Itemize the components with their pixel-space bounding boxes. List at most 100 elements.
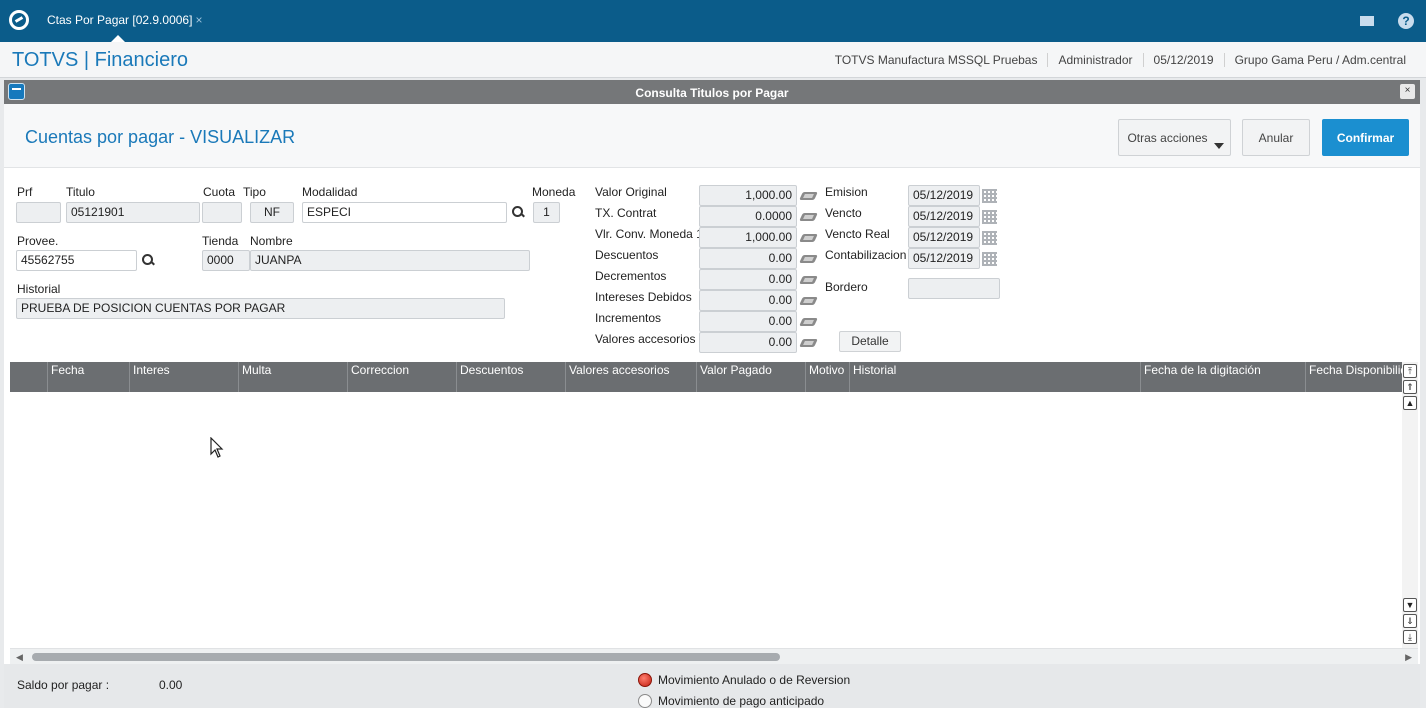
valores-accesorios-field[interactable]: 0.00 xyxy=(699,332,797,353)
tab-label: Ctas Por Pagar [02.9.0006] xyxy=(47,13,193,27)
column-multa[interactable]: Multa xyxy=(238,362,347,392)
grid-header: Fecha Interes Multa Correccion Descuento… xyxy=(10,362,1402,392)
contabilizacion-label: Contabilizacion xyxy=(825,248,907,262)
dialog-body: Cuentas por pagar - VISUALIZAR Otras acc… xyxy=(4,104,1420,708)
cancel-button[interactable]: Anular xyxy=(1242,119,1310,156)
calendar-icon[interactable] xyxy=(982,252,997,266)
environment-label: TOTVS Manufactura MSSQL Pruebas xyxy=(834,53,1038,67)
column-historial[interactable]: Historial xyxy=(849,362,1140,392)
decrementos-field[interactable]: 0.00 xyxy=(699,269,797,290)
other-actions-button[interactable]: Otras acciones xyxy=(1118,119,1231,156)
column-descuentos[interactable]: Descuentos xyxy=(456,362,565,392)
prf-field[interactable] xyxy=(16,202,61,223)
money-icon[interactable] xyxy=(800,274,818,286)
saldo-label: Saldo por pagar : xyxy=(17,678,110,692)
other-actions-label: Otras acciones xyxy=(1127,131,1208,145)
session-info: TOTVS Manufactura MSSQL Pruebas Administ… xyxy=(825,53,1416,67)
cuota-field[interactable] xyxy=(202,202,242,223)
money-icon[interactable] xyxy=(800,232,818,244)
valores-accesorios-label: Valores accesorios xyxy=(595,332,696,346)
tx-contrat-field[interactable]: 0.0000 xyxy=(699,206,797,227)
column-motivo[interactable]: Motivo xyxy=(805,362,849,392)
nombre-label: Nombre xyxy=(250,234,293,248)
intereses-debidos-label: Intereses Debidos xyxy=(595,290,692,304)
legend-label: Movimiento de pago anticipado xyxy=(658,694,825,708)
scroll-page-up-icon[interactable]: ⇑ xyxy=(1403,380,1417,394)
money-icon[interactable] xyxy=(800,295,818,307)
scroll-right-icon[interactable]: ▶ xyxy=(1405,652,1412,663)
titulo-field[interactable]: 05121901 xyxy=(66,202,200,223)
nombre-field[interactable]: JUANPA xyxy=(250,250,530,271)
tipo-label: Tipo xyxy=(243,185,266,199)
scroll-up-icon[interactable]: ▲ xyxy=(1403,396,1417,410)
money-icon[interactable] xyxy=(800,337,818,349)
grid-vertical-scrollbar[interactable]: ⤒ ⇑ ▲ ▼ ⇓ ⤓ xyxy=(1402,362,1418,648)
tab-ctas-por-pagar[interactable]: Ctas Por Pagar [02.9.0006] × xyxy=(37,6,213,42)
grid-horizontal-scrollbar[interactable]: ◀ ▶ xyxy=(10,648,1418,664)
descuentos-label: Descuentos xyxy=(595,248,659,262)
tienda-field[interactable]: 0000 xyxy=(202,250,250,271)
calendar-icon[interactable] xyxy=(982,231,997,245)
valor-original-field[interactable]: 1,000.00 xyxy=(699,185,797,206)
emision-date-field[interactable]: 05/12/2019 xyxy=(908,185,980,206)
column-valores-accesorios[interactable]: Valores accesorios xyxy=(565,362,696,392)
column-correccion[interactable]: Correccion xyxy=(347,362,456,392)
moneda-label: Moneda xyxy=(532,185,576,199)
incrementos-label: Incrementos xyxy=(595,311,662,325)
date-label: 05/12/2019 xyxy=(1142,53,1224,67)
moneda-field[interactable]: 1 xyxy=(533,202,560,223)
vencto-label: Vencto xyxy=(825,206,862,220)
money-icon[interactable] xyxy=(800,316,818,328)
column-interes[interactable]: Interes xyxy=(129,362,238,392)
column-fecha-digitacion[interactable]: Fecha de la digitación xyxy=(1140,362,1305,392)
page-title: Cuentas por pagar - VISUALIZAR xyxy=(25,127,296,147)
money-icon[interactable] xyxy=(800,190,818,202)
provee-field[interactable]: 45562755 xyxy=(16,250,137,271)
help-icon[interactable]: ? xyxy=(1398,13,1414,29)
column-valor-pagado[interactable]: Valor Pagado xyxy=(696,362,805,392)
detalle-button[interactable]: Detalle xyxy=(839,331,901,352)
modalidad-search-icon[interactable] xyxy=(512,206,524,218)
horizontal-scroll-thumb[interactable] xyxy=(32,653,780,661)
scroll-page-down-icon[interactable]: ⇓ xyxy=(1403,614,1417,628)
user-label: Administrador xyxy=(1047,53,1142,67)
dialog-close-icon[interactable]: × xyxy=(1400,84,1415,99)
company-label: Grupo Gama Peru / Adm.central xyxy=(1223,53,1416,67)
historial-field[interactable]: PRUEBA DE POSICION CUENTAS POR PAGAR xyxy=(16,298,505,319)
vlr-conv-moneda-field[interactable]: 1,000.00 xyxy=(699,227,797,248)
scroll-left-icon[interactable]: ◀ xyxy=(16,652,23,663)
scroll-down-icon[interactable]: ▼ xyxy=(1403,598,1417,612)
confirm-button[interactable]: Confirmar xyxy=(1322,119,1409,156)
provee-search-icon[interactable] xyxy=(142,254,154,266)
vencto-real-date-field[interactable]: 05/12/2019 xyxy=(908,227,980,248)
calendar-icon[interactable] xyxy=(982,210,997,224)
prf-label: Prf xyxy=(17,185,33,199)
mouse-cursor-icon xyxy=(210,437,224,458)
money-icon[interactable] xyxy=(800,253,818,265)
legend-label: Movimiento Anulado o de Reversion xyxy=(658,673,851,687)
decrementos-label: Decrementos xyxy=(595,269,667,283)
column-fecha[interactable]: Fecha xyxy=(47,362,129,392)
tab-close-icon[interactable]: × xyxy=(195,13,202,27)
scroll-top-icon[interactable]: ⤒ xyxy=(1403,364,1417,378)
vencto-date-field[interactable]: 05/12/2019 xyxy=(908,206,980,227)
bordero-field[interactable] xyxy=(908,278,1000,299)
app-title: TOTVS | Financiero xyxy=(12,49,188,71)
totvs-logo-icon[interactable] xyxy=(9,10,29,30)
chevron-down-icon xyxy=(1214,143,1224,149)
tab-active-caret xyxy=(111,35,125,42)
mail-icon[interactable] xyxy=(1358,12,1376,30)
bordero-label: Bordero xyxy=(825,280,868,294)
contabilizacion-date-field[interactable]: 05/12/2019 xyxy=(908,248,980,269)
scroll-bottom-icon[interactable]: ⤓ xyxy=(1403,630,1417,644)
saldo-value: 0.00 xyxy=(159,678,183,692)
column-fecha-disponibilidad[interactable]: Fecha Disponibilidad xyxy=(1305,362,1402,392)
legend-item-anulado: Movimiento Anulado o de Reversion xyxy=(638,673,850,687)
tipo-field[interactable]: NF xyxy=(250,202,294,223)
descuentos-field[interactable]: 0.00 xyxy=(699,248,797,269)
money-icon[interactable] xyxy=(800,211,818,223)
incrementos-field[interactable]: 0.00 xyxy=(699,311,797,332)
modalidad-field[interactable]: ESPECI xyxy=(302,202,507,223)
calendar-icon[interactable] xyxy=(982,189,997,203)
intereses-debidos-field[interactable]: 0.00 xyxy=(699,290,797,311)
